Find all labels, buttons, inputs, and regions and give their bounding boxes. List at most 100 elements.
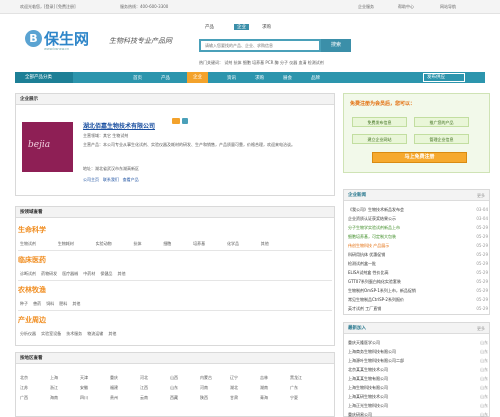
region-link[interactable]: 广西 xyxy=(20,395,28,401)
region-link[interactable]: 青海 xyxy=(260,395,268,401)
region-link[interactable]: 内蒙古 xyxy=(200,375,212,381)
region-link[interactable]: 山东 xyxy=(170,385,178,391)
list-item[interactable]: 细胞培养基，可定制大包装 05-29 xyxy=(348,234,488,240)
category-life-science[interactable]: 生命科学 xyxy=(18,225,46,235)
region-link[interactable]: 广东 xyxy=(290,385,298,391)
region-link[interactable]: 西藏 xyxy=(170,395,178,401)
nav-buy[interactable]: 求购 xyxy=(255,75,264,81)
nav-expo[interactable]: 展会 xyxy=(283,75,292,81)
sell-button[interactable]: 发布供应 xyxy=(423,73,465,82)
company-name[interactable]: 湖北佰嘉生物技术有限公司 xyxy=(83,121,155,130)
hot-item[interactable]: 细胞 xyxy=(243,60,251,65)
list-item[interactable]: 上海源叶生物科技有限公司二部 山东 xyxy=(348,358,488,364)
build-site-button[interactable]: 建立企业网站 xyxy=(352,134,407,144)
region-link[interactable]: 安徽 xyxy=(80,385,88,391)
company-products-link[interactable]: 查看产品 xyxy=(123,177,139,182)
hot-item[interactable]: 血清 xyxy=(299,60,307,65)
list-item[interactable]: 上海某某生物有限公司 山东 xyxy=(348,376,488,382)
subcategory-link[interactable]: 生物耗材 xyxy=(58,241,74,246)
region-link[interactable]: 湖南 xyxy=(260,385,268,391)
region-link[interactable]: 天津 xyxy=(80,375,88,381)
subcategory-link[interactable]: 化学品 xyxy=(227,241,239,246)
search-tab-buy[interactable]: 求购 xyxy=(262,24,271,30)
region-link[interactable]: 海南 xyxy=(50,395,58,401)
region-link[interactable]: 河南 xyxy=(200,385,208,391)
subcategory-link[interactable]: 保健品 xyxy=(100,271,112,276)
subcategory-link[interactable]: 医疗器械 xyxy=(62,271,78,276)
list-item[interactable]: ELISA试剂盒 性价比高 05-29 xyxy=(348,270,488,276)
hot-item[interactable]: PCR xyxy=(265,60,273,65)
category-agriculture[interactable]: 农林牧渔 xyxy=(18,285,46,295)
subcategory-link[interactable]: 诊断试剂 xyxy=(20,271,36,276)
hot-item[interactable]: 仪器 xyxy=(289,60,297,65)
region-link[interactable]: 上海 xyxy=(50,375,58,381)
welcome-text[interactable]: 欢迎光临您，[登录] [免费注册] xyxy=(20,4,76,10)
hot-item[interactable]: 抗体 xyxy=(234,60,242,65)
subcategory-link[interactable]: 种子 xyxy=(20,301,28,306)
nav-products[interactable]: 产品 xyxy=(161,75,170,81)
search-tab-products[interactable]: 产品 xyxy=(205,24,214,30)
list-item[interactable]: 伟创生物科技 产品展示 05-29 xyxy=(348,243,488,249)
region-link[interactable]: 黑龙江 xyxy=(290,375,302,381)
subcategory-link[interactable]: 分析仪器 xyxy=(20,331,36,336)
category-industry[interactable]: 产业周边 xyxy=(18,315,46,325)
nav-home[interactable]: 首页 xyxy=(133,75,142,81)
list-item[interactable]: 分子生物学实验试剂新品上市 05-29 xyxy=(348,225,488,231)
subcategory-link[interactable]: 实验室设备 xyxy=(41,331,61,336)
list-item[interactable]: 企业资质认证获奖结果公示 03-04 xyxy=(348,216,488,222)
region-link[interactable]: 四川 xyxy=(80,395,88,401)
top-link-company[interactable]: 企业服务 xyxy=(358,4,374,10)
hot-item[interactable]: 试剂 xyxy=(224,60,232,65)
nav-news[interactable]: 资讯 xyxy=(227,75,236,81)
region-link[interactable]: 宁夏 xyxy=(290,395,298,401)
nav-companies[interactable]: 企业 xyxy=(187,72,208,83)
region-link[interactable]: 江西 xyxy=(140,385,148,391)
list-item[interactable]: 上海商务生物科技有限公司 山东 xyxy=(348,349,488,355)
company-logo[interactable]: bejia xyxy=(22,122,73,172)
region-link[interactable]: 山西 xyxy=(170,375,178,381)
subcategory-link[interactable]: 抗体 xyxy=(133,241,141,246)
search-tab-companies[interactable]: 企业 xyxy=(234,24,249,30)
list-item[interactable]: 常见生物制品CtrlSP-2系列报价 05-29 xyxy=(348,297,488,303)
subcategory-link[interactable]: 其他 xyxy=(72,301,80,306)
subcategory-link[interactable]: 兽药 xyxy=(33,301,41,306)
list-item[interactable]: 生物制剂OmSP-1系列上市，新品促销 05-29 xyxy=(348,288,488,294)
region-link[interactable]: 重庆 xyxy=(110,375,118,381)
hot-item[interactable]: 酶 xyxy=(275,60,279,65)
subcategory-link[interactable]: 细胞 xyxy=(163,241,171,246)
region-link[interactable]: 江苏 xyxy=(20,385,28,391)
hot-item[interactable]: 检测试剂 xyxy=(308,60,324,65)
logo-icon[interactable]: B xyxy=(25,30,42,47)
subcategory-link[interactable]: 其他 xyxy=(117,271,125,276)
list-item[interactable]: 北京某某生物技术公司 山东 xyxy=(348,367,488,373)
list-item[interactable]: 科研用抗体 优惠促销 05-29 xyxy=(348,252,488,258)
search-input[interactable] xyxy=(201,41,319,50)
search-button[interactable]: 搜索 xyxy=(321,39,351,52)
region-link[interactable]: 北京 xyxy=(20,375,28,381)
subcategory-link[interactable]: 其他 xyxy=(261,241,269,246)
nav-brand[interactable]: 品牌 xyxy=(311,75,320,81)
region-link[interactable]: 河北 xyxy=(140,375,148,381)
region-link[interactable]: 甘肃 xyxy=(230,395,238,401)
top-link-help[interactable]: 帮助中心 xyxy=(398,4,414,10)
list-item[interactable]: 重庆研易公司 山东 xyxy=(348,412,488,417)
category-clinical[interactable]: 临床医药 xyxy=(18,255,46,265)
promote-product-button[interactable]: 推广您的产品 xyxy=(414,117,469,127)
subcategory-link[interactable]: 药物研发 xyxy=(41,271,57,276)
company-contact-link[interactable]: 联系我们 xyxy=(103,177,119,182)
company-home-link[interactable]: 公司主页 xyxy=(83,177,99,182)
recent-more-link[interactable]: 更多 xyxy=(477,326,485,332)
hot-item[interactable]: 培养基 xyxy=(252,60,264,65)
hot-item[interactable]: 分子 xyxy=(280,60,288,65)
region-link[interactable]: 吉林 xyxy=(260,375,268,381)
region-link[interactable]: 贵州 xyxy=(110,395,118,401)
list-item[interactable]: 上海正光生物科技公司 山东 xyxy=(348,403,488,409)
subcategory-link[interactable]: 培养基 xyxy=(193,241,205,246)
region-link[interactable]: 福建 xyxy=(110,385,118,391)
news-more-link[interactable]: 更多 xyxy=(477,193,485,199)
list-item[interactable]: 重庆天隆医学公司 山东 xyxy=(348,340,488,346)
list-item[interactable]: 英才试剂 工厂直销 05-29 xyxy=(348,306,488,312)
subcategory-link[interactable]: 其他 xyxy=(108,331,116,336)
top-link-sitemap[interactable]: 网站导航 xyxy=(440,4,456,10)
subcategory-link[interactable]: 生物试剂 xyxy=(20,241,36,246)
